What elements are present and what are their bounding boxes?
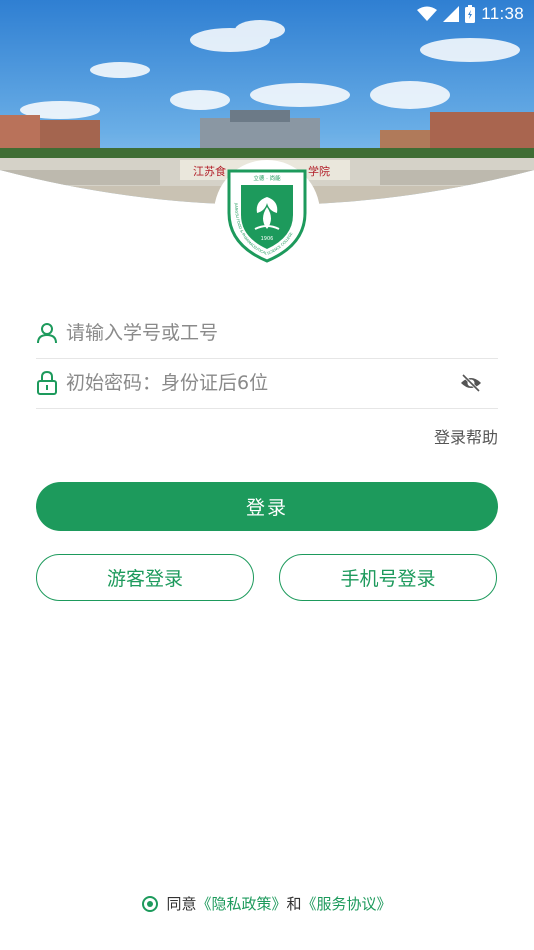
- college-logo: 立德 · 尚能 JIANGSU FOOD & PHARMACEUTICAL SC…: [214, 160, 320, 266]
- lock-icon: [36, 371, 58, 395]
- phone-login-button[interactable]: 手机号登录: [279, 554, 497, 601]
- gate-sign-right: 学院: [308, 164, 330, 178]
- password-field: [36, 358, 498, 409]
- login-button[interactable]: 登录: [36, 482, 498, 531]
- battery-icon: [465, 5, 476, 23]
- username-field: [36, 308, 498, 359]
- status-time: 11:38: [481, 4, 524, 23]
- password-input[interactable]: [66, 363, 458, 403]
- eye-off-icon[interactable]: [458, 370, 484, 396]
- gate-sign-left: 江苏食: [193, 164, 226, 178]
- guest-login-button[interactable]: 游客登录: [36, 554, 254, 601]
- username-input[interactable]: [66, 313, 498, 353]
- privacy-policy-link[interactable]: 《隐私政策》: [196, 893, 286, 914]
- agree-prefix: 同意: [166, 895, 197, 913]
- service-agreement-link[interactable]: 《服务协议》: [302, 893, 392, 914]
- agree-and: 和: [286, 895, 302, 913]
- agreement-row: 同意 《隐私政策》 和 《服务协议》: [0, 893, 534, 914]
- agree-radio[interactable]: [142, 895, 159, 912]
- status-bar: 11:38: [0, 0, 534, 28]
- logo-motto: 立德 · 尚能: [253, 174, 281, 182]
- college-emblem: 立德 · 尚能 JIANGSU FOOD & PHARMACEUTICAL SC…: [227, 169, 307, 263]
- logo-year: 1906: [261, 236, 274, 242]
- signal-icon: [443, 6, 460, 22]
- user-icon: [36, 321, 58, 345]
- login-help-link[interactable]: 登录帮助: [434, 424, 498, 448]
- wifi-icon: [417, 6, 438, 22]
